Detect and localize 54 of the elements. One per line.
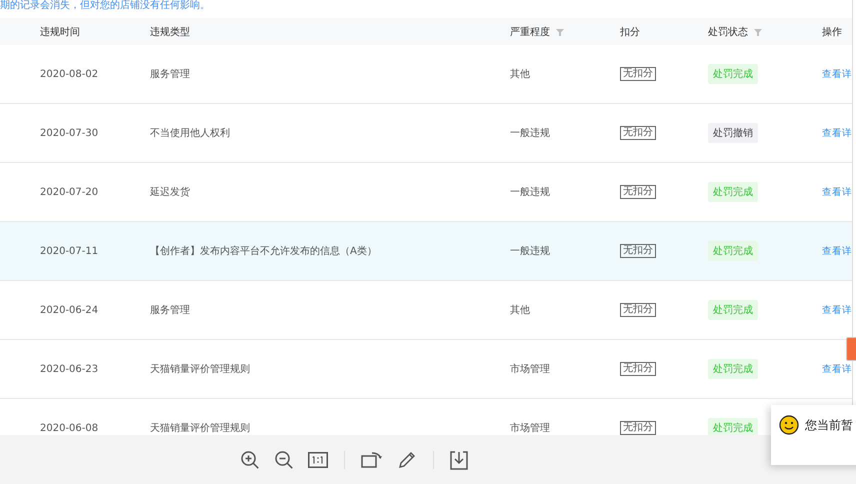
- score-tag: 无扣分: [620, 421, 656, 435]
- violation-type-cell-text: 【创作者】发布内容平台不允许发布的信息（A类）: [150, 244, 377, 258]
- violation-type-cell-text: 天猫销量评价管理规则: [150, 363, 250, 376]
- view-details-link[interactable]: 查看详: [822, 244, 852, 258]
- status-tag: 处罚撤销: [708, 123, 758, 143]
- date-cell: 2020-08-02: [40, 68, 98, 80]
- status-tag: 处罚完成: [708, 241, 758, 261]
- column-header: 违规类型: [150, 26, 190, 38]
- score-tag: 无扣分: [620, 303, 656, 317]
- date-cell: 2020-06-23: [40, 364, 98, 374]
- zoom-out-icon[interactable]: [274, 450, 294, 470]
- score-tag: 无扣分: [620, 185, 656, 199]
- severity-cell-text: 市场管理: [510, 422, 550, 435]
- status-tag: 处罚完成: [708, 300, 758, 320]
- rotate-icon[interactable]: [361, 450, 383, 468]
- zoom-in-icon[interactable]: [240, 450, 260, 470]
- severity-cell-text: 其他: [510, 304, 530, 317]
- severity-cell-text: 一般违规: [510, 244, 550, 258]
- score-tag: 无扣分: [620, 244, 656, 258]
- violation-type-cell-text: 延迟发货: [150, 186, 190, 199]
- view-details-link[interactable]: 查看详: [822, 186, 852, 198]
- severity-cell-text: 一般违规: [510, 186, 550, 199]
- severity-cell-text: 其他: [510, 68, 530, 81]
- violation-type-cell-text: 天猫销量评价管理规则: [150, 422, 250, 435]
- view-details-link[interactable]: 查看详: [822, 126, 852, 140]
- violation-type-cell-text: 不当使用他人权利: [150, 126, 230, 140]
- date-cell: 2020-07-11: [40, 246, 98, 256]
- view-details-link[interactable]: 查看详: [822, 68, 852, 80]
- column-header: 处罚状态: [708, 26, 748, 38]
- date-cell: 2020-06-08: [40, 422, 98, 434]
- view-details-link[interactable]: 查看详: [822, 304, 852, 316]
- date-cell: 2020-06-24: [40, 304, 98, 316]
- column-header: 违规时间: [40, 26, 80, 38]
- date-cell: 2020-07-30: [40, 128, 98, 138]
- severity-cell-text: 一般违规: [510, 126, 550, 140]
- status-tag: 处罚完成: [708, 182, 758, 202]
- pencil-icon[interactable]: [397, 450, 417, 470]
- violation-type-cell-text: 服务管理: [150, 68, 190, 81]
- date-cell: 2020-07-20: [40, 186, 98, 198]
- column-header: 操作: [822, 26, 842, 38]
- column-header: 严重程度: [510, 26, 550, 38]
- score-tag: 无扣分: [620, 362, 656, 376]
- popup-text: 您当前暂: [805, 417, 853, 434]
- download-icon[interactable]: [450, 450, 468, 470]
- status-tag: 处罚完成: [708, 359, 758, 379]
- status-tag: 处罚完成: [708, 64, 758, 84]
- score-tag: 无扣分: [620, 126, 656, 140]
- view-details-link[interactable]: 查看详: [822, 362, 852, 376]
- severity-cell-text: 市场管理: [510, 362, 550, 376]
- smiley-icon: [779, 415, 799, 435]
- actual-size-icon[interactable]: [308, 452, 328, 468]
- score-tag: 无扣分: [620, 67, 656, 81]
- column-header: 扣分: [620, 26, 640, 38]
- violation-type-cell-text: 服务管理: [150, 304, 190, 317]
